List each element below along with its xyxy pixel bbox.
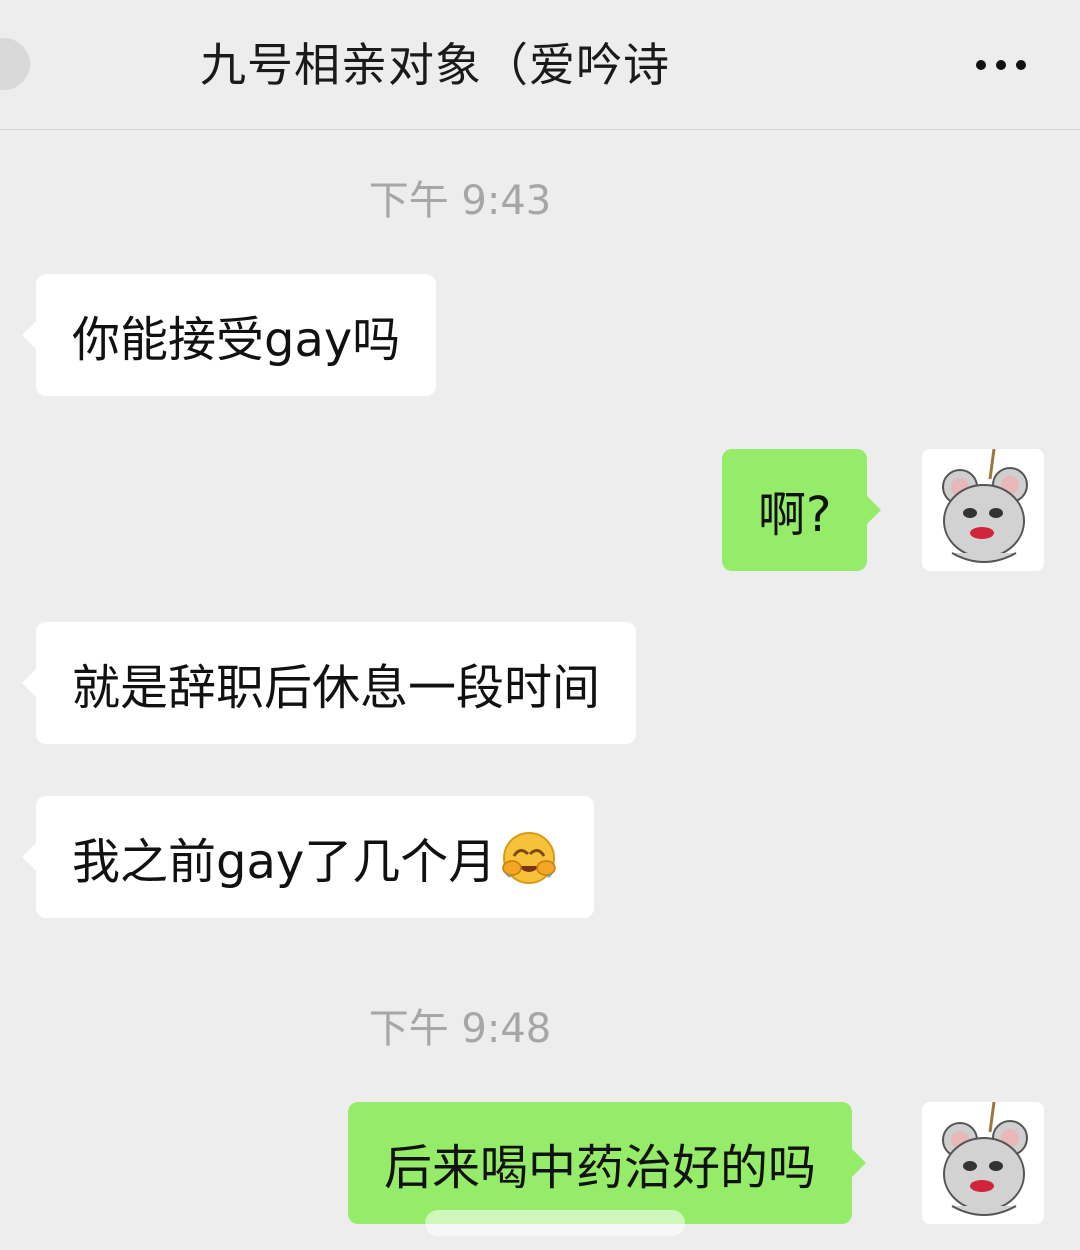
incoming-message[interactable]: 我之前gay了几个月 — [21, 796, 595, 918]
timestamp: 下午 9:48 — [368, 1006, 552, 1052]
chat-title: 九号相亲对象（爱吟诗 — [200, 38, 670, 92]
timestamp: 下午 9:43 — [368, 178, 552, 224]
mouse-avatar-icon[interactable] — [922, 449, 1044, 571]
more-dots-icon[interactable] — [976, 60, 1026, 70]
message-text: 啊? — [758, 487, 832, 543]
outgoing-message[interactable]: 后来喝中药治好的吗 — [348, 1102, 867, 1224]
incoming-message[interactable]: 你能接受gay吗 — [21, 274, 437, 396]
mouse-avatar-icon[interactable] — [922, 1102, 1044, 1224]
message-text: 你能接受gay吗 — [72, 312, 401, 368]
message-text: 就是辞职后休息一段时间 — [72, 660, 601, 716]
message-text: 后来喝中药治好的吗 — [384, 1140, 817, 1196]
message-text: 我之前gay了几个月 — [72, 834, 497, 890]
outgoing-message[interactable]: 啊? — [722, 449, 883, 571]
scroll-indicator — [425, 1210, 685, 1236]
chat-header: 九号相亲对象（爱吟诗 — [0, 0, 1080, 130]
back-button[interactable] — [0, 38, 30, 90]
incoming-message[interactable]: 就是辞职后休息一段时间 — [21, 622, 637, 744]
crying-laughing-emoji-icon — [500, 828, 558, 886]
